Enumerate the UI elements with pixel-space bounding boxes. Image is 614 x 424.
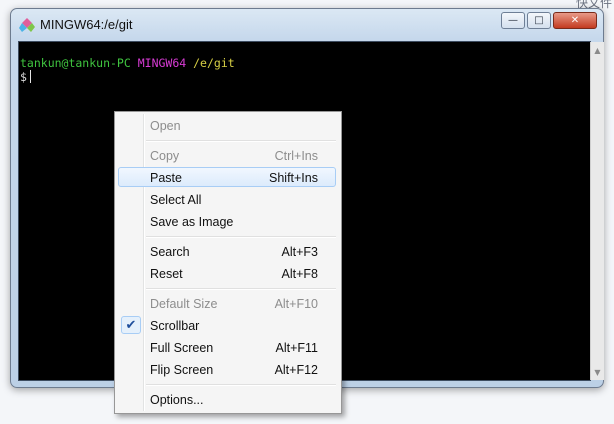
menu-item-shortcut: Alt+F12	[274, 363, 318, 377]
menu-item-label: Full Screen	[150, 341, 214, 355]
window-title: MINGW64:/e/git	[40, 17, 133, 32]
input-line: $	[20, 70, 235, 84]
vertical-scrollbar[interactable]: ▲ ▼	[590, 42, 604, 380]
menu-item-copy[interactable]: Copy Ctrl+Ins	[118, 145, 336, 165]
menu-item-label: Flip Screen	[150, 363, 214, 377]
menu-item-paste[interactable]: Paste Shift+Ins	[118, 167, 336, 187]
scroll-up-icon[interactable]: ▲	[591, 43, 604, 57]
menu-item-shortcut: Shift+Ins	[269, 171, 318, 185]
menu-separator	[146, 384, 336, 386]
prompt-line: tankun@tankun-PC MINGW64 /e/git	[20, 56, 235, 70]
menu-separator	[146, 236, 336, 238]
menu-item-label: Reset	[150, 267, 183, 281]
menu-item-label: Search	[150, 245, 190, 259]
menu-item-default-size[interactable]: Default Size Alt+F10	[118, 293, 336, 313]
menu-item-label: Default Size	[150, 297, 218, 311]
prompt-user: tankun@tankun-PC	[20, 56, 131, 70]
menu-item-shortcut: Alt+F8	[281, 267, 318, 281]
menu-item-shortcut: Alt+F11	[275, 341, 319, 355]
prompt-symbol: $	[20, 70, 27, 84]
menu-separator	[146, 140, 336, 142]
menu-item-search[interactable]: Search Alt+F3	[118, 241, 336, 261]
menu-item-scrollbar[interactable]: ✔ Scrollbar	[118, 315, 336, 335]
menu-separator	[146, 288, 336, 290]
prompt-system: MINGW64	[137, 56, 187, 70]
scroll-down-icon[interactable]: ▼	[591, 365, 604, 379]
minimize-button[interactable]: —	[501, 12, 525, 29]
menu-item-options[interactable]: Options...	[118, 389, 336, 409]
close-button[interactable]: ✕	[553, 12, 597, 29]
menu-item-reset[interactable]: Reset Alt+F8	[118, 263, 336, 283]
checkmark-icon: ✔	[121, 316, 141, 334]
menu-item-shortcut: Ctrl+Ins	[274, 149, 318, 163]
menu-item-flip-screen[interactable]: Flip Screen Alt+F12	[118, 359, 336, 379]
menu-item-label: Options...	[150, 393, 204, 407]
context-menu: Open Copy Ctrl+Ins Paste Shift+Ins Selec…	[114, 111, 342, 414]
menu-item-label: Copy	[150, 149, 180, 163]
maximize-button[interactable]: □	[527, 12, 551, 29]
menu-item-select-all[interactable]: Select All	[118, 189, 336, 209]
menu-item-save-as-image[interactable]: Save as Image	[118, 211, 336, 231]
menu-item-label: Select All	[150, 193, 202, 207]
menu-item-label: Save as Image	[150, 215, 234, 229]
menu-item-full-screen[interactable]: Full Screen Alt+F11	[118, 337, 336, 357]
menu-item-label: Scrollbar	[150, 319, 200, 333]
mingw-icon	[19, 18, 35, 32]
menu-item-shortcut: Alt+F10	[274, 297, 318, 311]
text-cursor	[29, 70, 31, 83]
prompt-path: /e/git	[193, 56, 235, 70]
menu-item-label: Paste	[150, 171, 182, 185]
menu-item-label: Open	[150, 119, 181, 133]
menu-item-shortcut: Alt+F3	[281, 245, 318, 259]
menu-item-open[interactable]: Open	[118, 115, 336, 135]
